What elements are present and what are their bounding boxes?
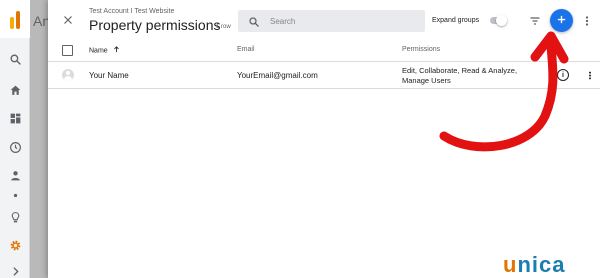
logo-bar: [10, 17, 14, 29]
watermark-logo: unica: [503, 252, 565, 278]
search-input[interactable]: [270, 13, 415, 29]
panel-header: Test Account I Test Website Property per…: [48, 0, 600, 40]
search-box[interactable]: [238, 10, 425, 32]
avatar-head: [66, 71, 70, 75]
add-icon: [556, 12, 567, 30]
acquisition-icon[interactable]: [0, 188, 30, 202]
close-icon[interactable]: [59, 11, 77, 29]
more-vert-icon[interactable]: [581, 12, 593, 30]
realtime-clock-icon[interactable]: [0, 135, 30, 159]
row-count: 1 row: [216, 24, 231, 30]
analytics-logo[interactable]: [0, 0, 30, 38]
breadcrumb: Test Account I Test Website: [89, 8, 175, 15]
avatar-body: [64, 76, 72, 81]
dimmed-background: An: [30, 0, 50, 278]
info-icon[interactable]: i: [557, 69, 569, 81]
reports-icon[interactable]: [0, 106, 30, 130]
app: An Test Account I Test Website Property …: [0, 0, 600, 278]
expand-chevron-icon[interactable]: [0, 259, 30, 278]
property-permissions-panel: Test Account I Test Website Property per…: [48, 0, 600, 278]
user-name: Your Name: [89, 71, 129, 80]
table-row[interactable]: Your Name YourEmail@gmail.com Edit, Coll…: [48, 62, 600, 89]
search-icon: [248, 15, 260, 27]
user-permissions: Edit, Collaborate, Read & Analyze, Manag…: [402, 66, 518, 85]
person-icon: [62, 69, 74, 81]
watermark-part: u: [503, 252, 518, 277]
toggle-knob: [496, 15, 507, 26]
table-header: Name Email Permissions: [48, 40, 600, 62]
expand-groups-toggle[interactable]: [488, 15, 508, 26]
column-header-name[interactable]: Name: [89, 46, 120, 55]
column-label: Name: [89, 47, 108, 55]
audience-person-icon[interactable]: [0, 163, 30, 187]
search-icon[interactable]: [0, 47, 30, 71]
user-email: YourEmail@gmail.com: [237, 71, 318, 80]
row-more-vert-icon[interactable]: [585, 68, 595, 82]
page-title: Property permissions: [89, 17, 221, 33]
admin-gear-icon[interactable]: [0, 233, 30, 257]
filter-icon[interactable]: [526, 12, 544, 30]
home-icon[interactable]: [0, 78, 30, 102]
select-all-checkbox[interactable]: [62, 45, 73, 56]
column-header-email[interactable]: Email: [237, 46, 255, 53]
lightbulb-icon[interactable]: [0, 205, 30, 229]
watermark-part: nica: [517, 252, 566, 277]
expand-groups-label: Expand groups: [432, 17, 480, 24]
add-user-button[interactable]: [550, 9, 573, 32]
sort-arrow-up-icon: [113, 46, 120, 55]
left-nav-rail: [0, 0, 30, 278]
column-header-permissions[interactable]: Permissions: [402, 46, 440, 53]
logo-bar: [16, 11, 20, 29]
